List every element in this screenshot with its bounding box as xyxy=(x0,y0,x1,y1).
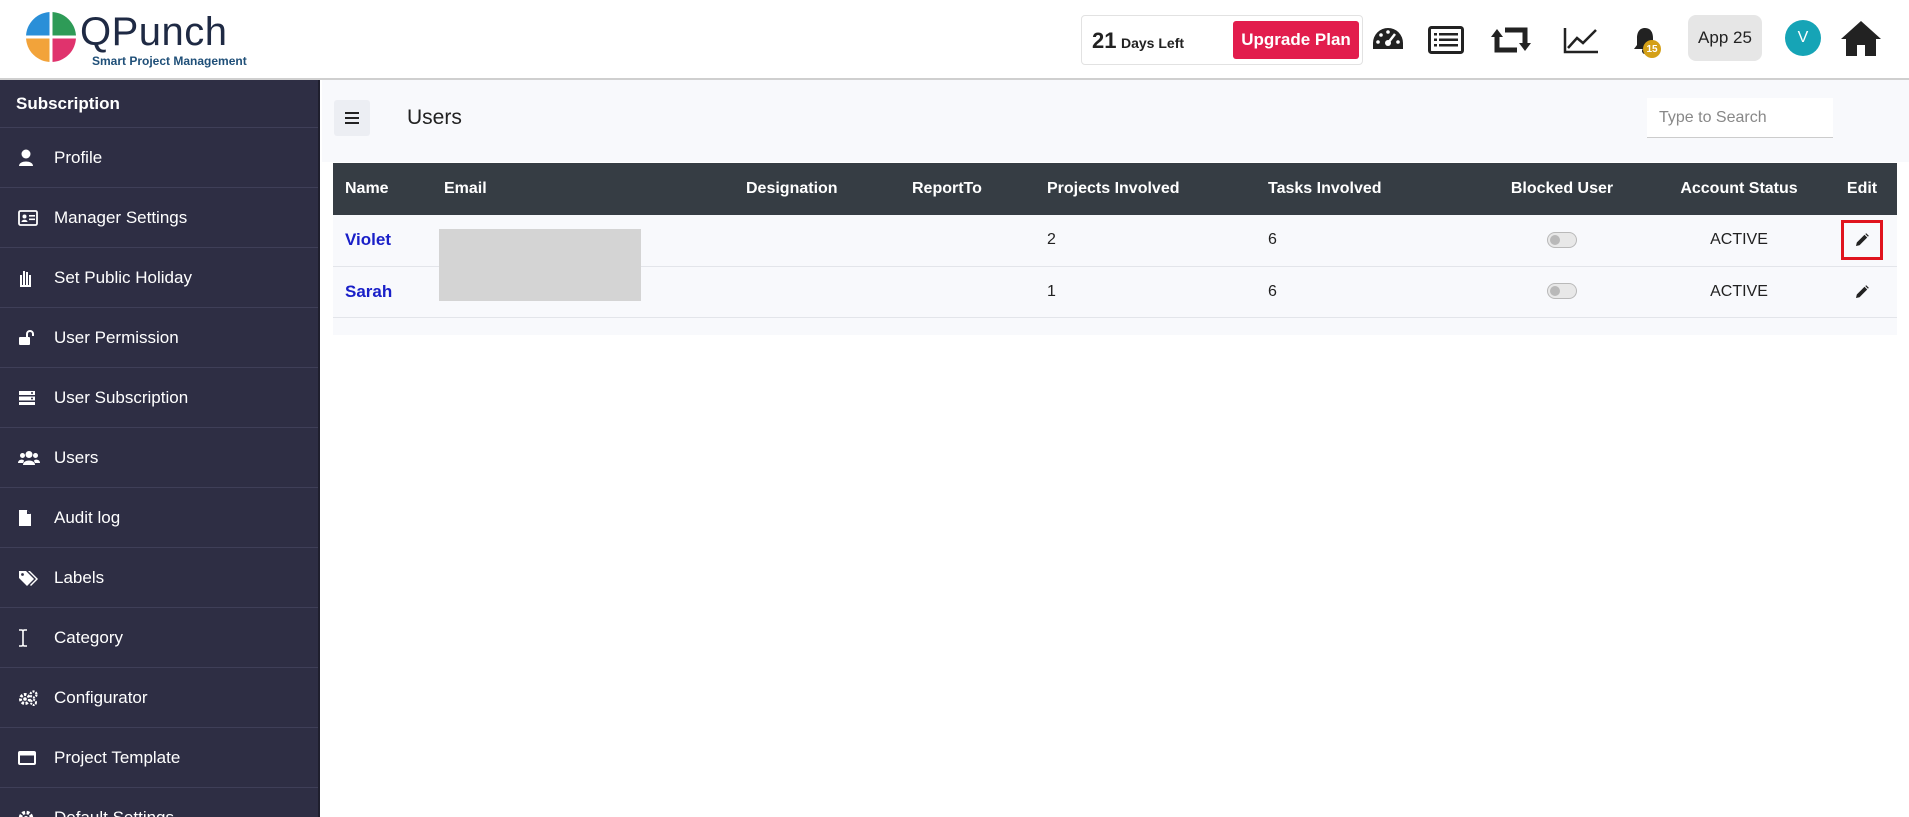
notification-bell-icon[interactable]: 15 xyxy=(1625,20,1665,60)
pencil-icon xyxy=(1856,284,1869,298)
designation-cell xyxy=(734,215,900,266)
sidebar-item-label: Project Template xyxy=(54,747,181,767)
sidebar-item-label: Audit log xyxy=(54,507,121,527)
sidebar-item-project-template[interactable]: Project Template xyxy=(0,728,318,788)
sidebar-item-label: Profile xyxy=(54,147,103,167)
user-name-link[interactable]: Sarah xyxy=(345,282,392,301)
line-chart-icon[interactable] xyxy=(1561,20,1601,60)
hamburger-menu-icon[interactable] xyxy=(334,100,370,136)
user-name-link[interactable]: Violet xyxy=(345,230,391,249)
sidebar-title: Subscription xyxy=(0,80,318,128)
trial-days-box: 21 Days Left Upgrade Plan xyxy=(1081,15,1363,65)
sidebar-item-audit-log[interactable]: Audit log xyxy=(0,488,318,548)
notification-count-badge: 15 xyxy=(1643,40,1661,58)
tags-icon xyxy=(18,570,54,586)
sidebar-item-default-settings[interactable]: Default Settings xyxy=(0,788,318,817)
sidebar-item-profile[interactable]: Profile xyxy=(0,128,318,188)
server-icon xyxy=(18,390,54,406)
sidebar-item-category[interactable]: Category xyxy=(0,608,318,668)
dashboard-icon[interactable] xyxy=(1368,20,1408,60)
i-cursor-icon xyxy=(18,628,54,647)
gear-icon xyxy=(18,810,54,817)
logo-tagline: Smart Project Management xyxy=(92,54,247,68)
sidebar-item-label: Manager Settings xyxy=(54,207,188,227)
sidebar-item-user-permission[interactable]: User Permission xyxy=(0,308,318,368)
sidebar-item-label: Configurator xyxy=(54,687,148,707)
home-icon[interactable] xyxy=(1839,16,1883,60)
column-header-reportto[interactable]: ReportTo xyxy=(900,163,1035,215)
sidebar-item-label: User Subscription xyxy=(54,387,189,407)
user-avatar[interactable]: V xyxy=(1785,20,1821,56)
app-logo[interactable]: QPunch Smart Project Management xyxy=(24,8,284,70)
users-icon xyxy=(18,450,54,466)
page-title: Users xyxy=(407,106,462,129)
list-icon[interactable] xyxy=(1426,20,1466,60)
column-header-blocked-user[interactable]: Blocked User xyxy=(1473,163,1651,215)
unlock-icon xyxy=(18,329,54,346)
reportto-cell xyxy=(900,215,1035,266)
file-icon xyxy=(18,509,54,527)
blocked-user-toggle[interactable] xyxy=(1547,232,1577,249)
pencil-icon xyxy=(1856,233,1869,247)
projects-involved-cell: 1 xyxy=(1047,282,1056,300)
edit-user-button[interactable] xyxy=(1841,220,1883,261)
app-switch-button[interactable]: App 25 xyxy=(1688,15,1762,61)
designation-cell xyxy=(734,266,900,317)
user-icon xyxy=(18,149,54,167)
account-status-cell: ACTIVE xyxy=(1710,231,1768,249)
sidebar-item-label: Labels xyxy=(54,567,105,587)
sidebar-item-set-public-holiday[interactable]: Set Public Holiday xyxy=(0,248,318,308)
settings-sidebar: Subscription Profile Manager Settings Se… xyxy=(0,80,320,817)
id-card-icon xyxy=(18,209,54,226)
cogs-icon xyxy=(18,689,54,706)
retweet-icon[interactable] xyxy=(1491,20,1531,60)
hand-icon xyxy=(18,269,54,287)
sidebar-item-user-subscription[interactable]: User Subscription xyxy=(0,368,318,428)
sidebar-item-label: Users xyxy=(54,447,99,467)
sidebar-item-manager-settings[interactable]: Manager Settings xyxy=(0,188,318,248)
projects-involved-cell: 2 xyxy=(1047,231,1056,249)
sidebar-item-label: User Permission xyxy=(54,327,179,347)
sidebar-item-labels[interactable]: Labels xyxy=(0,548,318,608)
logo-mark-icon xyxy=(24,10,78,64)
column-header-email[interactable]: Email xyxy=(432,163,734,215)
email-redaction-block xyxy=(439,229,641,301)
logo-text: QPunch xyxy=(80,10,228,54)
column-header-projects-involved[interactable]: Projects Involved xyxy=(1035,163,1256,215)
column-header-edit: Edit xyxy=(1846,180,1878,197)
column-header-tasks-involved[interactable]: Tasks Involved xyxy=(1256,163,1473,215)
window-icon xyxy=(18,750,54,765)
tasks-involved-cell: 6 xyxy=(1268,282,1277,300)
sidebar-item-label: Default Settings xyxy=(54,807,175,817)
edit-user-button[interactable] xyxy=(1841,272,1883,312)
column-header-name[interactable]: Name xyxy=(333,163,432,215)
tasks-involved-cell: 6 xyxy=(1268,231,1277,249)
sidebar-item-users[interactable]: Users xyxy=(0,428,318,488)
upgrade-plan-button[interactable]: Upgrade Plan xyxy=(1233,21,1359,59)
search-input[interactable] xyxy=(1647,98,1833,138)
days-left-number: 21 xyxy=(1092,28,1117,53)
top-header: QPunch Smart Project Management 21 Days … xyxy=(0,0,1909,80)
blocked-user-toggle[interactable] xyxy=(1547,283,1577,300)
reportto-cell xyxy=(900,266,1035,317)
account-status-cell: ACTIVE xyxy=(1710,282,1768,300)
page-toolbar: Users xyxy=(322,80,1909,162)
table-header-row: Name Email Designation ReportTo Projects… xyxy=(333,163,1897,215)
sidebar-item-label: Set Public Holiday xyxy=(54,267,192,287)
column-header-designation[interactable]: Designation xyxy=(734,163,900,215)
sidebar-item-configurator[interactable]: Configurator xyxy=(0,668,318,728)
column-header-account-status[interactable]: Account Status xyxy=(1651,163,1827,215)
main-content: Users Name Email Designation ReportTo Pr… xyxy=(322,80,1909,817)
days-left-label: Days Left xyxy=(1121,35,1185,51)
sidebar-item-label: Category xyxy=(54,627,123,647)
